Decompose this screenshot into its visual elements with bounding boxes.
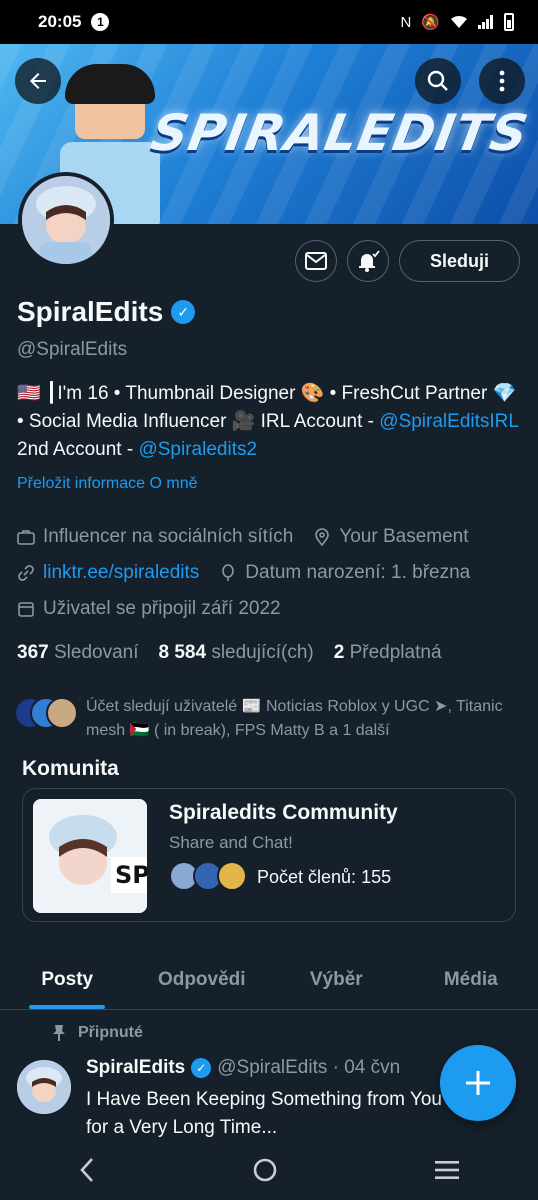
- profile-bio: 🇺🇸 ┃I'm 16 • Thumbnail Designer 🎨 • Fres…: [17, 380, 527, 464]
- birthday-item: Datum narození: 1. března: [219, 562, 470, 584]
- svg-text:SP: SP: [115, 861, 147, 889]
- community-description: Share and Chat!: [169, 833, 293, 852]
- category-item: Influencer na sociálních sítích: [17, 526, 293, 548]
- profile-birthday: Datum narození: 1. března: [245, 562, 471, 583]
- more-options-button[interactable]: [479, 58, 525, 104]
- website-item: linktr.ee/spiraledits: [17, 562, 199, 584]
- search-icon: [427, 70, 448, 91]
- calendar-icon: [18, 602, 34, 617]
- banner-logo: SPIRALEDITS: [147, 104, 534, 162]
- recents-nav-icon[interactable]: [434, 1159, 460, 1181]
- verified-badge-icon: ✓: [191, 1058, 212, 1078]
- member-avatar: [217, 861, 247, 891]
- status-bar: 20:05 1 N 🔕: [0, 0, 538, 44]
- community-member-count: Počet členů: 155: [257, 866, 392, 887]
- tab-posts[interactable]: Posty: [0, 950, 135, 1009]
- briefcase-icon: [17, 530, 35, 545]
- status-time: 20:05: [38, 12, 82, 31]
- subscriptions-count-link[interactable]: 2 Předplatná: [334, 642, 442, 664]
- profile-website-link[interactable]: linktr.ee/spiraledits: [43, 562, 199, 584]
- avatar-image: [22, 176, 110, 264]
- post-text[interactable]: I Have Been Keeping Something from You f…: [86, 1086, 466, 1142]
- profile-tabs: Posty Odpovědi Výběr Média: [0, 950, 538, 1010]
- followed-by-text: Účet sledují uživatelé 📰 Noticias Roblox…: [86, 698, 503, 739]
- back-button[interactable]: [15, 58, 61, 104]
- following-count-link[interactable]: 367 Sledovaní: [17, 642, 139, 664]
- profile-avatar[interactable]: [18, 172, 114, 268]
- notification-count-badge: 1: [91, 13, 110, 31]
- followed-by-avatars: [14, 695, 78, 731]
- followers-count-link[interactable]: 8 584 sledující(ch): [159, 642, 314, 664]
- pinned-indicator: Připnuté: [52, 1024, 143, 1042]
- signal-icon: [478, 15, 493, 29]
- compose-post-button[interactable]: [440, 1045, 516, 1121]
- tab-replies[interactable]: Odpovědi: [135, 950, 270, 1009]
- profile-category: Influencer na sociálních sítích: [43, 526, 294, 547]
- location-pin-icon: [315, 528, 330, 546]
- post-header: SpiralEdits ✓ @SpiralEdits · 04 čvn: [86, 1057, 400, 1079]
- home-nav-icon[interactable]: [252, 1157, 278, 1183]
- post-author-avatar[interactable]: [17, 1060, 71, 1114]
- notifications-button[interactable]: [346, 240, 389, 282]
- community-members: Počet členů: 155: [169, 861, 391, 893]
- community-thumbnail: SP: [33, 799, 147, 913]
- battery-icon: [504, 13, 514, 31]
- profile-meta-row-1: Influencer na sociálních sítích Your Bas…: [17, 526, 527, 548]
- plus-icon: [466, 1071, 490, 1095]
- tab-media[interactable]: Média: [404, 950, 538, 1009]
- post-meta: @SpiralEdits · 04 čvn: [217, 1057, 401, 1078]
- profile-name-row: SpiralEdits ✓: [17, 296, 196, 328]
- search-button[interactable]: [415, 58, 461, 104]
- community-name: Spiraledits Community: [169, 801, 398, 824]
- profile-location: Your Basement: [339, 526, 469, 547]
- message-button[interactable]: [294, 240, 337, 282]
- system-navigation-bar: [0, 1140, 538, 1200]
- tab-highlights[interactable]: Výběr: [269, 950, 404, 1009]
- joined-item: Uživatel se připojil září 2022: [17, 598, 281, 620]
- status-icons: N 🔕: [400, 13, 514, 31]
- more-vertical-icon: [499, 70, 505, 92]
- follow-counts: 367 Sledovaní 8 584 sledující(ch) 2 Před…: [17, 642, 442, 664]
- verified-badge-icon[interactable]: ✓: [171, 300, 196, 324]
- location-item: Your Basement: [313, 526, 469, 548]
- mute-icon: 🔕: [421, 14, 440, 31]
- profile-meta-row-2: linktr.ee/spiraledits Datum narození: 1.…: [17, 562, 527, 584]
- pin-icon: [53, 1025, 65, 1041]
- profile-name: SpiralEdits: [17, 296, 164, 327]
- following-button[interactable]: Sleduji: [398, 240, 520, 282]
- profile-joined: Uživatel se připojil září 2022: [43, 598, 281, 619]
- translate-bio-link[interactable]: Přeložit informace O mně: [17, 475, 198, 493]
- pinned-label: Připnuté: [78, 1024, 143, 1041]
- link-icon: [18, 565, 34, 581]
- community-member-avatars: [169, 861, 247, 893]
- mail-icon: [304, 252, 327, 270]
- nfc-icon: N: [400, 13, 412, 31]
- follower-avatar: [46, 697, 78, 729]
- profile-actions: Sleduji: [294, 240, 520, 282]
- post-author-name[interactable]: SpiralEdits: [86, 1057, 185, 1079]
- profile-handle: @SpiralEdits: [17, 339, 128, 360]
- profile-meta-row-3: Uživatel se připojil září 2022: [17, 598, 527, 620]
- followed-by-row[interactable]: Účet sledují uživatelé 📰 Noticias Roblox…: [14, 695, 526, 743]
- bell-check-icon: [358, 250, 380, 272]
- back-nav-icon[interactable]: [78, 1157, 96, 1183]
- wifi-icon: [451, 15, 467, 28]
- bio-link-irl[interactable]: @SpiralEditsIRL: [379, 411, 518, 432]
- balloon-icon: [222, 564, 235, 581]
- bio-link-second[interactable]: @Spiraledits2: [138, 439, 257, 460]
- community-section-title: Komunita: [22, 757, 119, 780]
- community-card[interactable]: SP Spiraledits Community Share and Chat!…: [22, 788, 516, 922]
- bio-text-2: 2nd Account -: [17, 439, 139, 460]
- arrow-left-icon: [30, 73, 46, 89]
